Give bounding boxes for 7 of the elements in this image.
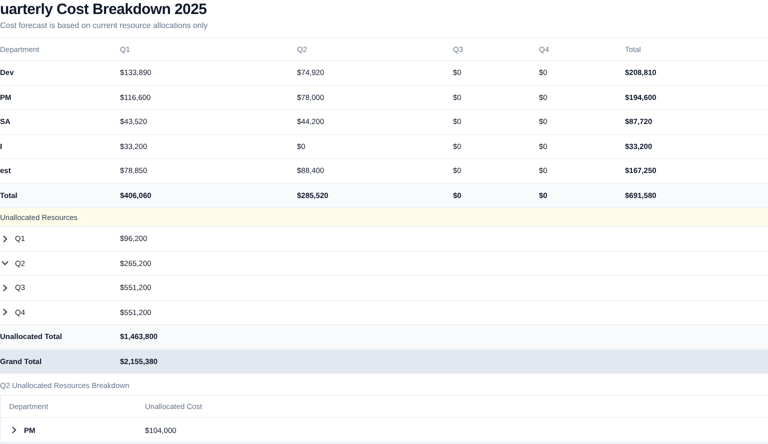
chevron-right-icon[interactable] bbox=[1, 284, 9, 292]
page-subtitle: Cost forecast is based on current resource allocations only bbox=[0, 21, 209, 31]
chevron-right-icon[interactable] bbox=[1, 234, 9, 243]
chevron-right-icon[interactable] bbox=[1, 308, 9, 316]
chevron-right-icon[interactable] bbox=[10, 426, 18, 434]
chevron-down-icon[interactable] bbox=[1, 259, 9, 268]
page-title: uarterly Cost Breakdown 2025 bbox=[0, 0, 208, 18]
